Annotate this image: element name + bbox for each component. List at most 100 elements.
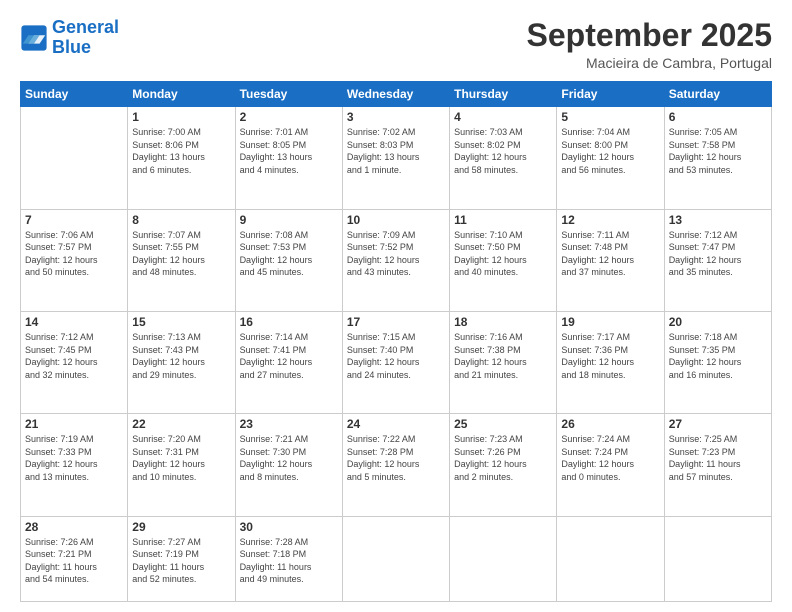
day-info: Sunrise: 7:21 AM Sunset: 7:30 PM Dayligh… [240,433,338,483]
table-row: 25 Sunrise: 7:23 AM Sunset: 7:26 PM Dayli… [450,414,557,516]
day-info: Sunrise: 7:01 AM Sunset: 8:05 PM Dayligh… [240,126,338,176]
day-number: 6 [669,110,767,124]
table-row: 13 Sunrise: 7:12 AM Sunset: 7:47 PM Dayli… [664,209,771,311]
table-row: 11 Sunrise: 7:10 AM Sunset: 7:50 PM Dayli… [450,209,557,311]
header-tuesday: Tuesday [235,82,342,107]
day-info: Sunrise: 7:28 AM Sunset: 7:18 PM Dayligh… [240,536,338,586]
table-row [557,516,664,601]
table-row: 30 Sunrise: 7:28 AM Sunset: 7:18 PM Dayli… [235,516,342,601]
day-info: Sunrise: 7:26 AM Sunset: 7:21 PM Dayligh… [25,536,123,586]
table-row: 6 Sunrise: 7:05 AM Sunset: 7:58 PM Daylig… [664,107,771,209]
table-row: 21 Sunrise: 7:19 AM Sunset: 7:33 PM Dayli… [21,414,128,516]
title-block: September 2025 Macieira de Cambra, Portu… [527,18,772,71]
day-info: Sunrise: 7:22 AM Sunset: 7:28 PM Dayligh… [347,433,445,483]
table-row: 9 Sunrise: 7:08 AM Sunset: 7:53 PM Daylig… [235,209,342,311]
day-number: 7 [25,213,123,227]
day-number: 3 [347,110,445,124]
day-info: Sunrise: 7:12 AM Sunset: 7:47 PM Dayligh… [669,229,767,279]
table-row: 19 Sunrise: 7:17 AM Sunset: 7:36 PM Dayli… [557,311,664,413]
table-row [21,107,128,209]
day-info: Sunrise: 7:11 AM Sunset: 7:48 PM Dayligh… [561,229,659,279]
table-row: 15Sunrise: 7:13 AM Sunset: 7:43 PM Dayli… [128,311,235,413]
header-thursday: Thursday [450,82,557,107]
table-row: 27 Sunrise: 7:25 AM Sunset: 7:23 PM Dayli… [664,414,771,516]
day-number: 15 [132,315,230,329]
month-title: September 2025 [527,18,772,53]
day-number: 29 [132,520,230,534]
day-number: 18 [454,315,552,329]
day-number: 5 [561,110,659,124]
day-number: 28 [25,520,123,534]
header-saturday: Saturday [664,82,771,107]
day-number: 25 [454,417,552,431]
day-number: 16 [240,315,338,329]
day-number: 30 [240,520,338,534]
day-info: Sunrise: 7:18 AM Sunset: 7:35 PM Dayligh… [669,331,767,381]
table-row: 20 Sunrise: 7:18 AM Sunset: 7:35 PM Dayli… [664,311,771,413]
day-number: 21 [25,417,123,431]
table-row: 10 Sunrise: 7:09 AM Sunset: 7:52 PM Dayli… [342,209,449,311]
day-info: Sunrise: 7:25 AM Sunset: 7:23 PM Dayligh… [669,433,767,483]
day-number: 1 [132,110,230,124]
day-info: Sunrise: 7:07 AM Sunset: 7:55 PM Dayligh… [132,229,230,279]
location: Macieira de Cambra, Portugal [527,55,772,71]
day-number: 2 [240,110,338,124]
day-info: Sunrise: 7:06 AM Sunset: 7:57 PM Dayligh… [25,229,123,279]
day-number: 23 [240,417,338,431]
table-row: 2 Sunrise: 7:01 AM Sunset: 8:05 PM Daylig… [235,107,342,209]
day-number: 27 [669,417,767,431]
day-number: 9 [240,213,338,227]
day-number: 11 [454,213,552,227]
day-info: Sunrise: 7:10 AM Sunset: 7:50 PM Dayligh… [454,229,552,279]
day-info: Sunrise: 7:17 AM Sunset: 7:36 PM Dayligh… [561,331,659,381]
calendar: Sunday Monday Tuesday Wednesday Thursday… [20,81,772,602]
header-sunday: Sunday [21,82,128,107]
table-row: 29 Sunrise: 7:27 AM Sunset: 7:19 PM Dayli… [128,516,235,601]
weekday-header-row: Sunday Monday Tuesday Wednesday Thursday… [21,82,772,107]
table-row: 26 Sunrise: 7:24 AM Sunset: 7:24 PM Dayli… [557,414,664,516]
day-info: Sunrise: 7:02 AM Sunset: 8:03 PM Dayligh… [347,126,445,176]
day-info: Sunrise: 7:03 AM Sunset: 8:02 PM Dayligh… [454,126,552,176]
day-info: Sunrise: 7:09 AM Sunset: 7:52 PM Dayligh… [347,229,445,279]
day-number: 17 [347,315,445,329]
day-number: 24 [347,417,445,431]
day-info: Sunrise: 7:05 AM Sunset: 7:58 PM Dayligh… [669,126,767,176]
table-row [664,516,771,601]
day-info: Sunrise: 7:23 AM Sunset: 7:26 PM Dayligh… [454,433,552,483]
day-info: Sunrise: 7:24 AM Sunset: 7:24 PM Dayligh… [561,433,659,483]
day-info: Sunrise: 7:14 AM Sunset: 7:41 PM Dayligh… [240,331,338,381]
day-info: Sunrise: 7:27 AM Sunset: 7:19 PM Dayligh… [132,536,230,586]
header: General Blue September 2025 Macieira de … [20,18,772,71]
table-row: 4 Sunrise: 7:03 AM Sunset: 8:02 PM Daylig… [450,107,557,209]
day-info: Sunrise: 7:04 AM Sunset: 8:00 PM Dayligh… [561,126,659,176]
table-row: 14 Sunrise: 7:12 AM Sunset: 7:45 PM Dayli… [21,311,128,413]
day-number: 14 [25,315,123,329]
table-row: 22 Sunrise: 7:20 AM Sunset: 7:31 PM Dayli… [128,414,235,516]
day-info: Sunrise: 7:08 AM Sunset: 7:53 PM Dayligh… [240,229,338,279]
header-wednesday: Wednesday [342,82,449,107]
logo-text: General Blue [52,18,119,58]
day-number: 20 [669,315,767,329]
table-row: 24 Sunrise: 7:22 AM Sunset: 7:28 PM Dayli… [342,414,449,516]
table-row: 16 Sunrise: 7:14 AM Sunset: 7:41 PM Dayli… [235,311,342,413]
table-row: 12Sunrise: 7:11 AM Sunset: 7:48 PM Dayli… [557,209,664,311]
header-friday: Friday [557,82,664,107]
logo-blue: Blue [52,37,91,57]
day-info: Sunrise: 7:12 AM Sunset: 7:45 PM Dayligh… [25,331,123,381]
day-info: Sunrise: 7:20 AM Sunset: 7:31 PM Dayligh… [132,433,230,483]
day-number: 13 [669,213,767,227]
page: General Blue September 2025 Macieira de … [0,0,792,612]
header-monday: Monday [128,82,235,107]
day-number: 19 [561,315,659,329]
day-number: 10 [347,213,445,227]
day-number: 22 [132,417,230,431]
day-number: 4 [454,110,552,124]
day-number: 8 [132,213,230,227]
day-number: 26 [561,417,659,431]
day-info: Sunrise: 7:19 AM Sunset: 7:33 PM Dayligh… [25,433,123,483]
table-row [342,516,449,601]
table-row: 5 Sunrise: 7:04 AM Sunset: 8:00 PM Daylig… [557,107,664,209]
day-info: Sunrise: 7:16 AM Sunset: 7:38 PM Dayligh… [454,331,552,381]
table-row: 1Sunrise: 7:00 AM Sunset: 8:06 PM Daylig… [128,107,235,209]
table-row: 3 Sunrise: 7:02 AM Sunset: 8:03 PM Daylig… [342,107,449,209]
